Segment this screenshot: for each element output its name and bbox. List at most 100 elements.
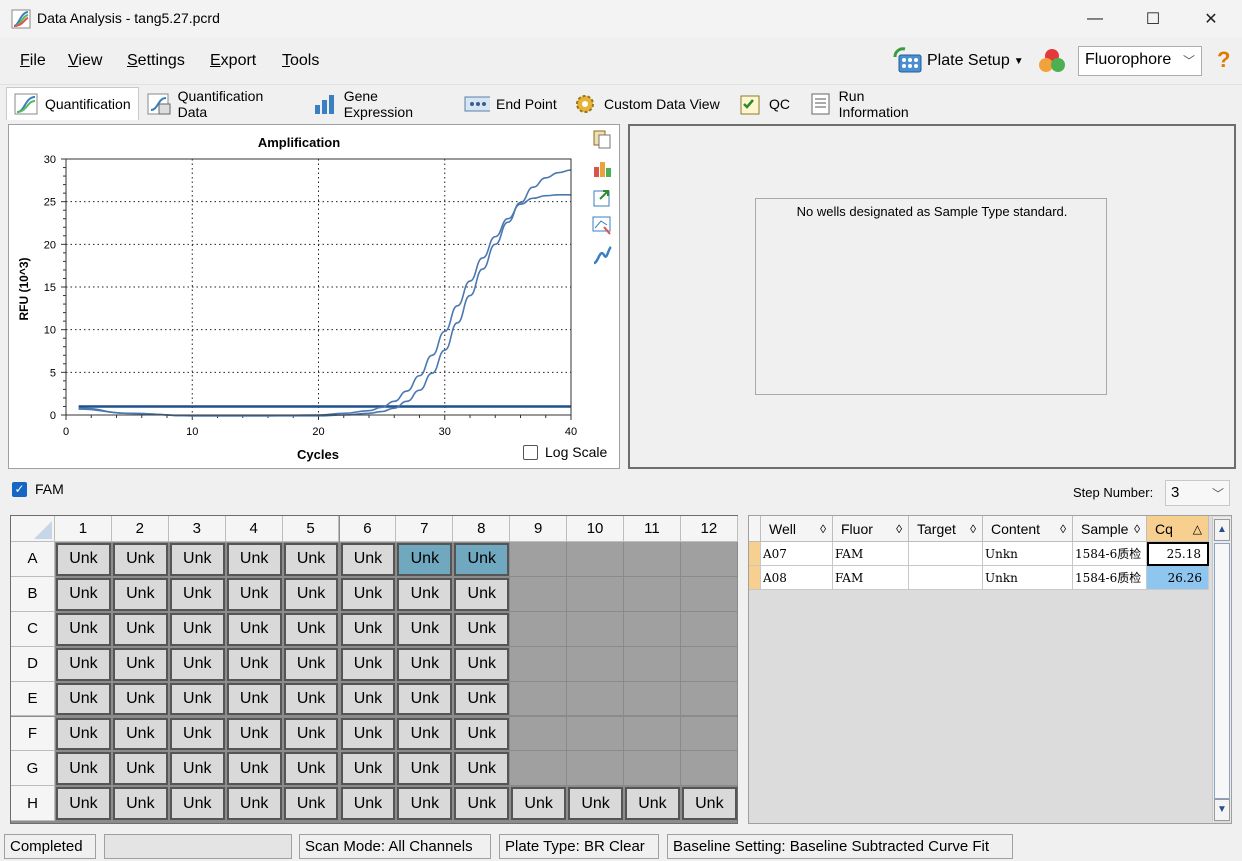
- plate-column-header[interactable]: 9: [510, 516, 568, 542]
- plate-well-H12[interactable]: Unk: [681, 787, 737, 821]
- plate-well-empty-F11[interactable]: [624, 716, 681, 752]
- plate-column-header[interactable]: 5: [282, 516, 340, 542]
- plate-well-F4[interactable]: Unk: [226, 717, 282, 751]
- plate-well-B7[interactable]: Unk: [397, 577, 453, 611]
- plate-well-G8[interactable]: Unk: [454, 752, 510, 786]
- plate-well-empty-A9[interactable]: [510, 542, 568, 577]
- plate-well-G6[interactable]: Unk: [340, 752, 396, 786]
- plate-well-G5[interactable]: Unk: [283, 752, 339, 786]
- tab-quantification[interactable]: Quantification: [6, 87, 139, 120]
- scroll-up-arrow[interactable]: ▲: [1214, 519, 1230, 541]
- plate-well-G2[interactable]: Unk: [112, 752, 168, 786]
- plate-well-A8[interactable]: Unk: [454, 543, 510, 576]
- tab-custom-data-view[interactable]: Custom Data View: [566, 87, 729, 120]
- tab-qc[interactable]: QC: [731, 87, 799, 120]
- menu-settings[interactable]: Settings: [127, 52, 185, 70]
- results-cell-well[interactable]: A07: [761, 542, 833, 566]
- plate-well-empty-G12[interactable]: [680, 751, 738, 787]
- plate-well-G3[interactable]: Unk: [169, 752, 225, 786]
- plate-column-header[interactable]: 10: [567, 516, 624, 542]
- plate-row-header[interactable]: C: [11, 611, 55, 647]
- sort-icon[interactable]: ◊: [820, 522, 826, 536]
- plate-well-E2[interactable]: Unk: [112, 682, 168, 716]
- plate-well-D4[interactable]: Unk: [226, 647, 282, 681]
- zoom-chart-icon[interactable]: [592, 215, 612, 235]
- plate-well-empty-B11[interactable]: [624, 576, 681, 612]
- plate-well-H5[interactable]: Unk: [283, 787, 339, 821]
- plate-well-A2[interactable]: Unk: [112, 543, 168, 576]
- plate-well-A7[interactable]: Unk: [397, 543, 453, 576]
- results-cell-cq[interactable]: 25.18: [1147, 542, 1209, 566]
- copy-icon[interactable]: [592, 129, 612, 149]
- plate-well-empty-D11[interactable]: [624, 646, 681, 682]
- well-color-icon[interactable]: [1036, 46, 1068, 76]
- plate-well-D3[interactable]: Unk: [169, 647, 225, 681]
- plate-well-A1[interactable]: Unk: [56, 543, 111, 576]
- tab-gene-expression[interactable]: Gene Expression: [306, 87, 456, 120]
- plate-well-D5[interactable]: Unk: [283, 647, 339, 681]
- plate-well-C5[interactable]: Unk: [283, 612, 339, 646]
- results-header-well[interactable]: Well ◊: [761, 516, 833, 542]
- results-cell-content[interactable]: Unkn: [983, 542, 1073, 566]
- menu-file[interactable]: File: [20, 52, 46, 70]
- plate-column-header[interactable]: 12: [680, 516, 738, 542]
- plate-well-E3[interactable]: Unk: [169, 682, 225, 716]
- plate-column-header[interactable]: 1: [55, 516, 112, 542]
- plate-well-H8[interactable]: Unk: [454, 787, 510, 821]
- menu-export[interactable]: Export: [210, 52, 256, 70]
- tab-end-point[interactable]: End Point: [458, 87, 564, 120]
- step-number-select[interactable]: 3 ﹀: [1165, 480, 1230, 506]
- plate-column-header[interactable]: 7: [396, 516, 454, 542]
- plate-well-E1[interactable]: Unk: [56, 682, 111, 716]
- maximize-button[interactable]: ☐: [1124, 0, 1182, 38]
- plate-well-empty-A10[interactable]: [567, 542, 624, 577]
- scroll-down-arrow[interactable]: ▼: [1214, 799, 1230, 821]
- help-icon[interactable]: ?: [1217, 47, 1230, 73]
- results-cell-target[interactable]: [909, 542, 983, 566]
- plate-well-empty-B10[interactable]: [567, 576, 624, 612]
- plate-row-header[interactable]: A: [11, 542, 55, 577]
- tab-quantification-data[interactable]: Quantification Data: [140, 87, 301, 120]
- plate-well-empty-A12[interactable]: [680, 542, 738, 577]
- plate-column-header[interactable]: 8: [453, 516, 511, 542]
- plate-corner-cell[interactable]: [11, 516, 55, 542]
- plate-well-A4[interactable]: Unk: [226, 543, 282, 576]
- sort-icon[interactable]: ◊: [896, 522, 902, 536]
- scroll-thumb[interactable]: [1214, 543, 1230, 799]
- plate-well-empty-B12[interactable]: [680, 576, 738, 612]
- plate-well-C8[interactable]: Unk: [454, 612, 510, 646]
- tab-run-information[interactable]: Run Information: [801, 87, 943, 120]
- plate-well-D1[interactable]: Unk: [56, 647, 111, 681]
- results-cell-fluor[interactable]: FAM: [833, 566, 909, 590]
- fluorophore-select[interactable]: Fluorophore ﹀: [1078, 46, 1202, 76]
- plate-well-F8[interactable]: Unk: [454, 717, 510, 751]
- plate-well-C3[interactable]: Unk: [169, 612, 225, 646]
- results-cell-cq[interactable]: 26.26: [1147, 566, 1209, 590]
- plate-well-empty-B9[interactable]: [510, 576, 568, 612]
- plate-well-empty-D9[interactable]: [510, 646, 568, 682]
- minimize-button[interactable]: —: [1066, 0, 1124, 38]
- results-header-sample[interactable]: Sample ◊: [1073, 516, 1147, 542]
- plate-well-F2[interactable]: Unk: [112, 717, 168, 751]
- plate-well-H4[interactable]: Unk: [226, 787, 282, 821]
- plate-well-empty-E9[interactable]: [510, 681, 568, 717]
- results-header-fluor[interactable]: Fluor ◊: [833, 516, 909, 542]
- plate-row-header[interactable]: G: [11, 751, 55, 787]
- export-icon[interactable]: [592, 187, 612, 207]
- results-cell-sample[interactable]: 1584-6质检: [1073, 566, 1147, 590]
- plate-well-H11[interactable]: Unk: [625, 787, 680, 821]
- plate-well-empty-A11[interactable]: [624, 542, 681, 577]
- plate-well-empty-C9[interactable]: [510, 611, 568, 647]
- plate-well-H2[interactable]: Unk: [112, 787, 168, 821]
- plate-column-header[interactable]: 2: [111, 516, 169, 542]
- plate-well-B6[interactable]: Unk: [340, 577, 396, 611]
- log-scale-checkbox[interactable]: [523, 445, 538, 460]
- plate-well-empty-G10[interactable]: [567, 751, 624, 787]
- plate-well-A6[interactable]: Unk: [340, 543, 396, 576]
- plate-well-D8[interactable]: Unk: [454, 647, 510, 681]
- plate-well-empty-G11[interactable]: [624, 751, 681, 787]
- results-vertical-scrollbar[interactable]: ▲ ▼: [1212, 517, 1231, 821]
- plate-well-empty-E11[interactable]: [624, 681, 681, 717]
- results-cell-sample[interactable]: 1584-6质检: [1073, 542, 1147, 566]
- plate-well-C2[interactable]: Unk: [112, 612, 168, 646]
